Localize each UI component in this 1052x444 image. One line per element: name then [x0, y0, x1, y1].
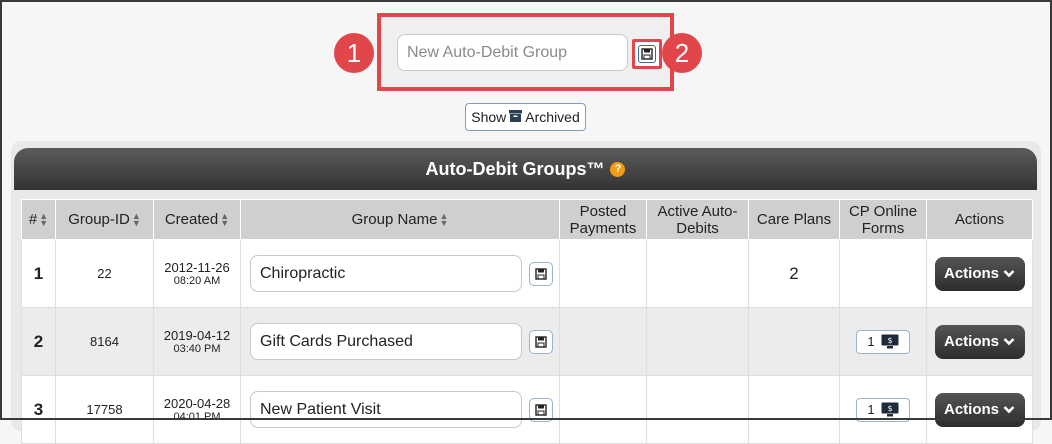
- header-actions: Actions: [926, 199, 1033, 240]
- care-plans-count: [748, 375, 840, 444]
- save-icon: [535, 335, 547, 348]
- group-id: 8164: [55, 307, 154, 376]
- created-cell: 2012-11-26 08:20 AM: [153, 239, 241, 308]
- monitor-dollar-icon: $: [881, 402, 899, 417]
- save-group-name-button[interactable]: [529, 397, 553, 422]
- created-time: 03:40 PM: [173, 343, 221, 355]
- save-new-group-button[interactable]: [632, 39, 662, 69]
- cp-online-forms-cell: 1 $: [839, 307, 927, 376]
- row-number: 2: [21, 307, 56, 376]
- group-name-input[interactable]: [250, 391, 522, 428]
- save-group-name-button[interactable]: [529, 261, 553, 286]
- row-number: 1: [21, 239, 56, 308]
- active-auto-debits: [646, 239, 749, 308]
- save-icon: [535, 267, 547, 280]
- monitor-dollar-icon: $: [881, 334, 899, 349]
- created-date: 2019-04-12: [163, 328, 231, 343]
- annotation-badge-2: 2: [662, 33, 702, 73]
- chevron-down-icon: [1003, 406, 1015, 414]
- show-archived-button[interactable]: Show Archived: [465, 103, 586, 131]
- care-plans-count: 2: [748, 239, 840, 308]
- table-row: 3 17758 2020-04-2804:01 PM 1$ Actions: [21, 375, 1033, 444]
- show-archived-label: Show: [471, 109, 507, 125]
- sort-icon: ▲ ▼: [131, 211, 141, 229]
- save-group-name-button[interactable]: [529, 329, 553, 354]
- group-name-cell: [240, 375, 560, 444]
- created-date: 2012-11-26: [164, 260, 230, 275]
- sort-icon: ▲ ▼: [220, 211, 230, 229]
- actions-dropdown-button[interactable]: Actions: [934, 324, 1025, 359]
- svg-text:$: $: [887, 336, 892, 345]
- group-name-cell: [240, 239, 560, 308]
- new-group-input[interactable]: [397, 34, 628, 71]
- created-date: 2020-04-28: [163, 396, 231, 411]
- header-group-id[interactable]: Group-ID ▲ ▼: [55, 199, 154, 240]
- chevron-down-icon: [1003, 270, 1015, 278]
- actions-cell: Actions: [926, 239, 1033, 308]
- cp-online-forms: [839, 239, 927, 308]
- actions-dropdown-button[interactable]: Actions: [934, 392, 1025, 427]
- group-name-input[interactable]: [250, 323, 522, 360]
- header-active-auto-debits: Active Auto-Debits: [646, 199, 749, 240]
- created-time: 04:01 PM: [173, 411, 221, 423]
- actions-cell: Actions: [926, 307, 1033, 376]
- save-icon: [535, 403, 547, 416]
- active-auto-debits: [646, 307, 749, 376]
- help-icon[interactable]: ?: [610, 161, 626, 177]
- groups-table: # ▲ ▼ Group-ID ▲ ▼ Created ▲ ▼ Group Name ▲ ▼ Po…: [21, 199, 1033, 444]
- header-cp-online-forms: CP Online Forms: [839, 199, 927, 240]
- save-icon: [638, 45, 656, 63]
- active-auto-debits: [646, 375, 749, 444]
- row-number: 3: [21, 375, 56, 444]
- group-id: 22: [55, 239, 154, 308]
- annotation-badge-1: 1: [334, 33, 374, 73]
- created-cell: 2020-04-28 04:01 PM: [153, 375, 241, 444]
- sort-icon: ▲ ▼: [439, 211, 449, 229]
- posted-payments: [559, 239, 647, 308]
- created-time: 08:20 AM: [173, 275, 221, 287]
- archive-box-icon: [509, 109, 523, 125]
- sort-icon: ▲ ▼: [39, 211, 49, 229]
- group-id: 17758: [55, 375, 154, 444]
- care-plans-count: [748, 307, 840, 376]
- cp-online-forms-button[interactable]: 1 $: [856, 397, 910, 422]
- table-row: 1 22 2012-11-2608:20 AM 2 Actions: [21, 239, 1033, 308]
- header-group-name[interactable]: Group Name ▲ ▼: [240, 199, 560, 240]
- chevron-down-icon: [1003, 338, 1015, 346]
- panel-header: Auto-Debit Groups™ ?: [14, 148, 1037, 190]
- panel-title: Auto-Debit Groups™: [425, 158, 605, 179]
- actions-dropdown-button[interactable]: Actions: [934, 256, 1025, 291]
- header-num[interactable]: # ▲ ▼: [21, 199, 56, 240]
- group-name-input[interactable]: [250, 255, 522, 292]
- cp-online-forms-button[interactable]: 1 $: [856, 329, 910, 354]
- table-row: 2 8164 2019-04-1203:40 PM 1$ Actions: [21, 307, 1033, 376]
- posted-payments: [559, 375, 647, 444]
- group-name-cell: [240, 307, 560, 376]
- archived-label: Archived: [525, 109, 580, 125]
- posted-payments: [559, 307, 647, 376]
- svg-text:$: $: [887, 404, 892, 413]
- header-posted-payments: Posted Payments: [559, 199, 647, 240]
- cp-online-forms-cell: 1 $: [839, 375, 927, 444]
- header-created[interactable]: Created ▲ ▼: [153, 199, 241, 240]
- created-cell: 2019-04-12 03:40 PM: [153, 307, 241, 376]
- header-care-plans: Care Plans: [748, 199, 840, 240]
- actions-cell: Actions: [926, 375, 1033, 444]
